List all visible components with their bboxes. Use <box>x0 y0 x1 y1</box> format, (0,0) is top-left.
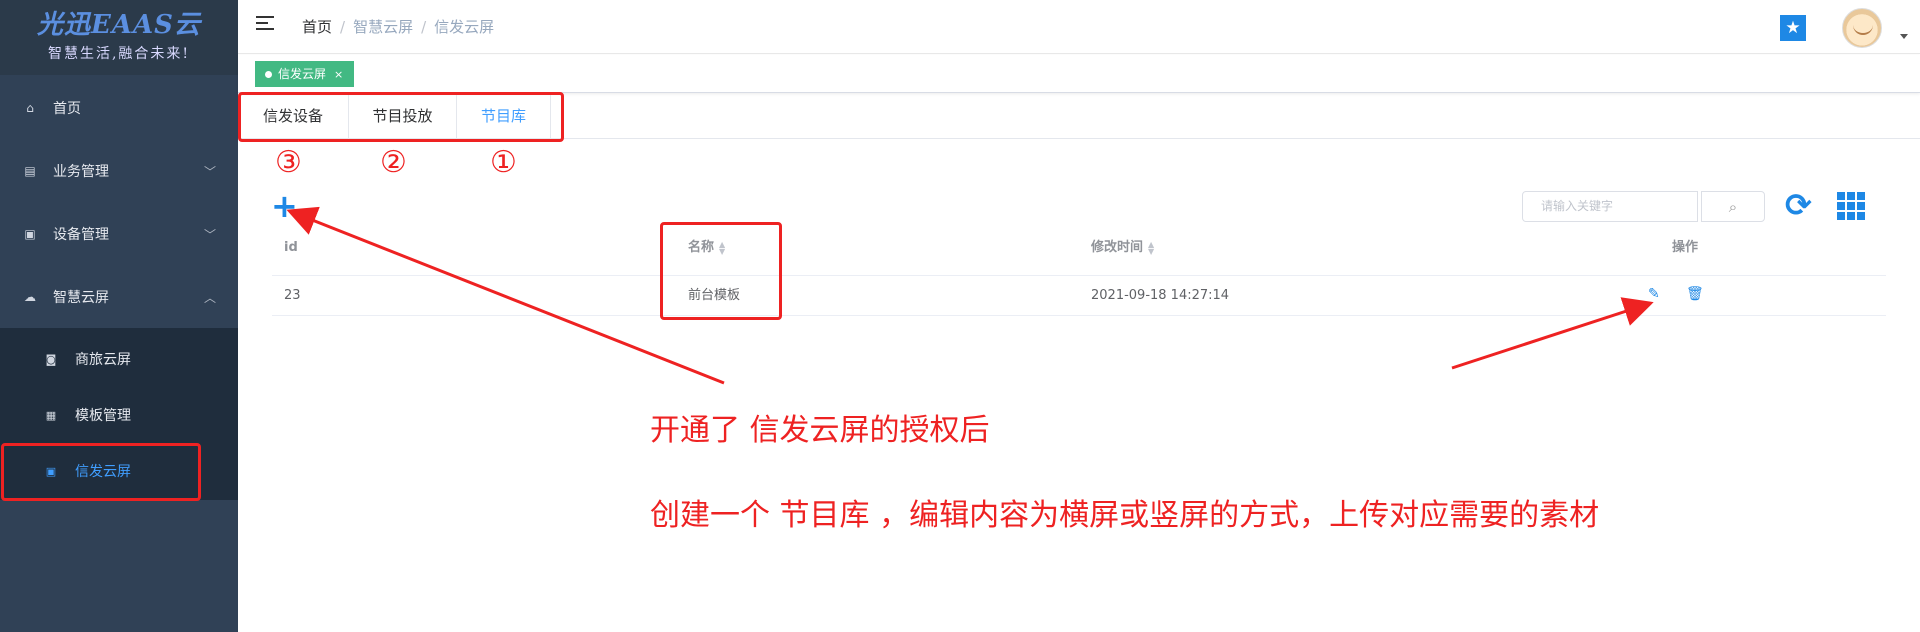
cell-name: 前台模板 <box>688 288 741 303</box>
breadcrumb-current: 信发云屏 <box>434 18 495 36</box>
monitor-icon: ▣ <box>45 464 57 478</box>
caret-down-icon[interactable] <box>1900 34 1908 39</box>
edit-icon[interactable]: ✎ <box>1648 287 1662 301</box>
hamburger-icon[interactable] <box>256 16 276 34</box>
delete-icon[interactable]: 🗑 <box>1686 287 1704 301</box>
annotation-number-2: ② <box>380 145 407 180</box>
sidebar-item-devices[interactable]: ▣ 设备管理 ﹀ <box>0 203 238 265</box>
refresh-icon[interactable]: ⟳ <box>1785 188 1812 222</box>
tab-program-delivery[interactable]: 节目投放 <box>349 94 457 139</box>
sidebar-item-label: 首页 <box>53 101 81 117</box>
header-name[interactable]: 名称 ▲ ▼ <box>688 239 725 257</box>
header-ops: 操作 <box>1672 240 1699 255</box>
star-icon[interactable]: ★ <box>1780 15 1806 41</box>
annotation-number-3: ③ <box>275 145 302 180</box>
search-button[interactable]: ⌕ <box>1701 191 1765 222</box>
tab-bar: 信发设备 节目投放 节目库 <box>238 94 1920 139</box>
logo-slogan: 智慧生活,融合未来! <box>47 46 191 62</box>
avatar[interactable] <box>1842 8 1882 48</box>
sidebar-item-home[interactable]: ⌂ 首页 <box>0 77 238 139</box>
table-header: id 名称 ▲ ▼ 修改时间 ▲ ▼ 操作 <box>272 226 1886 276</box>
breadcrumb-separator: / <box>340 18 346 36</box>
tab-signage-devices[interactable]: 信发设备 <box>238 94 349 139</box>
monitor-icon: ▣ <box>24 227 36 241</box>
template-icon: ▦ <box>45 408 57 422</box>
list-icon: ▤ <box>24 164 36 178</box>
sort-icon[interactable]: ▲ ▼ <box>719 240 725 255</box>
cloud-icon: ☁ <box>24 290 36 304</box>
program-table: id 名称 ▲ ▼ 修改时间 ▲ ▼ 操作 23 前台模板 2021-09-18 14:… <box>272 226 1886 316</box>
app-root: 光迅EAAS云 智慧生活,融合未来! ⌂ 首页 ▤ 业务管理 ﹀ ▣ 设备管理 … <box>0 0 1920 632</box>
logo-title: 光迅EAAS云 <box>37 10 201 40</box>
annotation-text-2: 创建一个 节目库 ，编辑内容为横屏或竖屏的方式，上传对应需要的素材 <box>650 498 1600 533</box>
breadcrumb: 首页 / 智慧云屏 / 信发云屏 <box>302 16 494 37</box>
sidebar-subitem-travel-screen[interactable]: ◙ 商旅云屏 <box>0 331 238 387</box>
sidebar-item-label: 设备管理 <box>53 227 109 243</box>
tag-signage[interactable]: 信发云屏 × <box>255 61 355 87</box>
sidebar-subitem-signage[interactable]: ▣ 信发云屏 <box>0 443 238 499</box>
add-button[interactable]: + <box>271 190 298 222</box>
sidebar: 光迅EAAS云 智慧生活,融合未来! ⌂ 首页 ▤ 业务管理 ﹀ ▣ 设备管理 … <box>0 0 238 632</box>
cell-modified: 2021-09-18 14:27:14 <box>1091 288 1230 303</box>
sidebar-item-business[interactable]: ▤ 业务管理 ﹀ <box>0 140 238 202</box>
breadcrumb-smart-screen[interactable]: 智慧云屏 <box>353 18 413 36</box>
home-icon: ⌂ <box>26 101 34 115</box>
sort-icon[interactable]: ▲ ▼ <box>1148 240 1154 255</box>
sidebar-subitem-label: 信发云屏 <box>75 464 131 480</box>
search-icon: ⌕ <box>1728 197 1738 216</box>
chevron-down-icon: ﹀ <box>203 164 216 179</box>
annotation-text-1: 开通了 信发云屏的授权后 <box>650 413 990 448</box>
sidebar-subitem-template[interactable]: ▦ 模板管理 <box>0 387 238 443</box>
tags-view: 信发云屏 × <box>238 55 1920 93</box>
annotation-number-1: ① <box>490 145 517 180</box>
sidebar-subitem-label: 商旅云屏 <box>75 352 131 368</box>
close-icon[interactable]: × <box>334 68 343 81</box>
breadcrumb-home[interactable]: 首页 <box>302 18 332 36</box>
sidebar-item-label: 业务管理 <box>53 164 109 180</box>
header-id: id <box>284 240 298 255</box>
sidebar-item-smart-screen[interactable]: ☁ 智慧云屏 ︿ <box>0 266 238 328</box>
chevron-up-icon: ︿ <box>203 290 216 305</box>
chevron-down-icon: ﹀ <box>203 227 216 242</box>
tag-label: 信发云屏 <box>278 67 327 81</box>
cell-id: 23 <box>284 288 301 303</box>
header-modified[interactable]: 修改时间 ▲ ▼ <box>1091 239 1154 257</box>
top-navbar: 首页 / 智慧云屏 / 信发云屏 ★ <box>238 0 1920 54</box>
submenu-smart-screen: ◙ 商旅云屏 ▦ 模板管理 ▣ 信发云屏 <box>0 328 238 500</box>
grid-view-icon[interactable] <box>1837 192 1865 220</box>
sidebar-item-label: 智慧云屏 <box>53 290 109 306</box>
sidebar-subitem-label: 模板管理 <box>75 408 131 424</box>
table-row: 23 前台模板 2021-09-18 14:27:14 ✎ 🗑 <box>272 276 1886 316</box>
tab-program-library[interactable]: 节目库 <box>457 94 551 139</box>
logo: 光迅EAAS云 智慧生活,融合未来! <box>0 0 238 75</box>
search-input[interactable]: 请输入关键字 <box>1522 191 1698 222</box>
breadcrumb-separator: / <box>421 18 427 36</box>
screen-icon: ◙ <box>45 352 57 366</box>
